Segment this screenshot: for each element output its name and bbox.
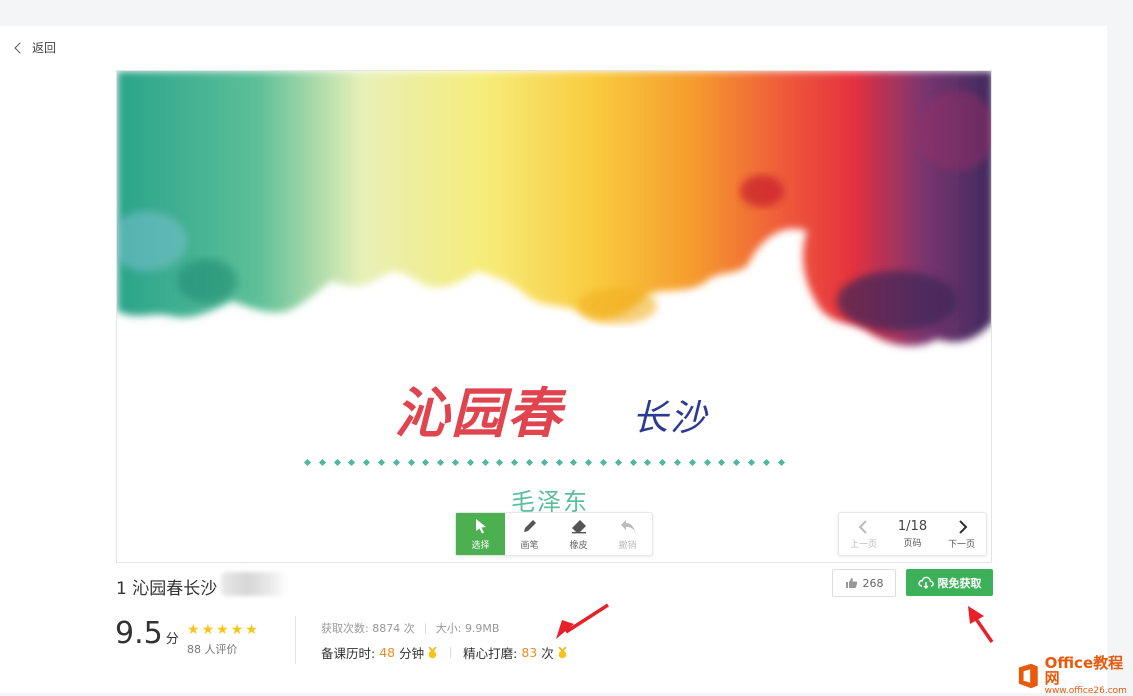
undo-icon: [620, 520, 635, 532]
cloud-download-icon: [917, 576, 934, 589]
back-label: 返回: [32, 41, 57, 55]
eraser-icon: [571, 520, 586, 534]
tool-eraser-label: 橡皮: [569, 541, 588, 551]
watermark-logo: Office教程网 www.office26.com: [1016, 656, 1133, 696]
tool-eraser[interactable]: 橡皮: [554, 513, 603, 555]
page-label: 页码: [903, 539, 922, 549]
downloads-value: 8874 次: [372, 622, 415, 635]
get-free-button[interactable]: 限免获取: [906, 569, 993, 596]
tool-pen[interactable]: 画笔: [505, 513, 554, 555]
prev-page-label: 上一页: [849, 539, 877, 550]
next-page-label: 下一页: [947, 539, 975, 550]
medal-icon: [428, 646, 437, 658]
tool-pen-label: 画笔: [520, 541, 539, 551]
prev-page-button[interactable]: 上一页: [839, 513, 888, 555]
get-free-label: 限免获取: [937, 576, 982, 590]
slide-preview: 沁园春 长沙 毛泽东 选择 画笔 橡皮 撤销 上一页 1/18 页码 下一页: [116, 70, 992, 563]
polish-unit: 次: [541, 646, 554, 661]
cursor-icon: [475, 519, 486, 534]
prep-value: 48: [379, 645, 396, 660]
rater-count: 88 人评价: [187, 643, 238, 656]
like-count: 268: [862, 576, 884, 590]
divider: [295, 616, 296, 664]
star-icon: ★: [245, 622, 258, 638]
chevron-right-icon: [958, 519, 967, 534]
top-bar: [0, 0, 1133, 26]
annotation-arrow-icon: [556, 603, 609, 639]
stats-row-2: 备课历时: 48 分钟 精心打磨: 83 次: [321, 643, 568, 662]
decorative-dot-divider: [303, 458, 785, 467]
page-indicator: 1/18 页码: [888, 513, 937, 555]
annotation-toolbar: 选择 画笔 橡皮 撤销: [455, 512, 653, 556]
annotation-arrow-icon: [968, 606, 994, 643]
like-button[interactable]: 268: [832, 569, 896, 597]
size-label: 大小:: [435, 622, 462, 635]
polish-label: 精心打磨:: [463, 646, 518, 661]
stats-row-1: 获取次数: 8874 次 大小: 9.9MB: [321, 620, 499, 636]
tool-select-label: 选择: [471, 541, 490, 551]
polish-value: 83: [521, 645, 538, 660]
tool-undo[interactable]: 撤销: [603, 513, 652, 555]
prep-unit: 分钟: [399, 646, 425, 661]
medal-icon: [558, 646, 567, 658]
next-page-button[interactable]: 下一页: [937, 513, 986, 555]
rating-score: 9.5 分: [115, 616, 179, 651]
office-logo-icon: [1018, 663, 1038, 689]
slide-subtitle: 长沙: [632, 398, 709, 439]
back-button[interactable]: 返回: [14, 39, 57, 56]
size-value: 9.9MB: [464, 621, 500, 635]
slide-title: 沁园春: [395, 381, 563, 445]
page-navigator: 上一页 1/18 页码 下一页: [838, 512, 987, 556]
content-panel: 返回 沁园春 长沙 毛泽东 选择 画笔 橡皮 撤销 上一页 1/18 页码 下一…: [0, 26, 1107, 693]
thumbs-up-icon: [845, 578, 857, 588]
tool-select[interactable]: 选择: [456, 513, 505, 555]
tool-undo-label: 撤销: [618, 541, 637, 551]
watermark-brand: Office教程网: [1044, 654, 1124, 687]
chevron-left-icon: [858, 519, 867, 534]
star-icon: ★: [187, 622, 200, 638]
star-icon: ★: [201, 622, 215, 638]
star-icon: ★: [216, 622, 229, 638]
prep-label: 备课历时:: [321, 646, 376, 661]
watercolor-banner-image: [117, 71, 991, 346]
pen-icon: [523, 520, 536, 532]
rating-stars: ★ ★ ★ ★ ★: [187, 622, 258, 638]
document-title: 1 沁园春长沙: [116, 579, 218, 599]
watermark-url: www.office26.com: [1044, 686, 1127, 696]
downloads-label: 获取次数:: [321, 622, 369, 635]
blurred-title-suffix: [221, 572, 287, 596]
chevron-left-icon: [14, 41, 26, 54]
page-number: 1/18: [897, 519, 928, 534]
star-icon: ★: [230, 622, 244, 638]
